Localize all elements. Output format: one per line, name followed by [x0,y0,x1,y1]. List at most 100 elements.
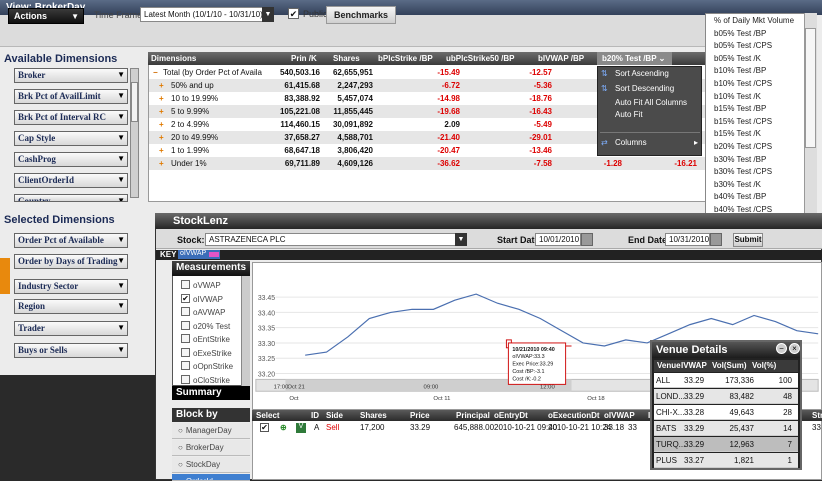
expand-icon[interactable]: + [159,133,164,142]
dimension-select[interactable]: Country ▼ [14,194,128,202]
public-checkbox[interactable]: ✔ [288,8,299,19]
orders-column-header[interactable]: oIVWAP [604,411,635,420]
measure-list-item[interactable]: b40% Test /CPS [714,205,772,212]
menu-item[interactable]: Auto Fit [615,110,643,119]
measurement-checkbox[interactable]: ✔ [181,293,190,303]
measurement-checkbox[interactable] [181,307,190,316]
orders-column-header[interactable]: Select [256,411,280,420]
measure-list-item[interactable]: b10% Test /CPS [714,79,772,88]
measure-list-item[interactable]: b30% Test /CPS [714,167,772,176]
summary-title[interactable]: Summary [172,386,250,400]
orders-column-header[interactable]: Strik [812,411,822,420]
dimension-select[interactable]: Cap Style ▼ [14,131,128,146]
scrollbar-thumb[interactable] [805,28,816,148]
expand-icon[interactable]: + [159,146,164,155]
expand-icon[interactable]: + [159,159,164,168]
scrollbar-thumb[interactable] [131,82,138,122]
expand-icon[interactable]: + [159,81,164,90]
minimize-icon[interactable]: − [776,343,787,354]
measure-list-item[interactable]: b30% Test /BP [714,155,766,164]
venue-column-header[interactable]: IVWAP [681,361,707,370]
orders-column-header[interactable]: Shares [360,411,387,420]
benchmarks-button[interactable]: Benchmarks [326,6,396,24]
blockby-item[interactable]: ○ ManagerDay [172,423,250,439]
orders-column-header[interactable]: Side [326,411,343,420]
dimension-select[interactable]: Buys or Sells ▼ [14,343,128,358]
chevron-down-icon[interactable]: ▼ [455,233,467,246]
actions-button[interactable]: Actions ▼ [8,8,84,24]
dimension-select[interactable]: Region ▼ [14,299,128,314]
expand-icon[interactable]: + [159,107,164,116]
stock-select[interactable]: ASTRAZENECA PLC [205,233,457,246]
measure-list-item[interactable]: b10% Test /K [714,92,761,101]
measure-list-item[interactable]: b15% Test /CPS [714,117,772,126]
measurement-checkbox[interactable] [181,334,190,343]
venue-icon[interactable]: V [296,423,306,433]
measure-list-item[interactable]: b10% Test /BP [714,66,766,75]
calendar-icon[interactable] [581,233,593,246]
measure-list-item[interactable]: % of Daily Mkt Volume [714,16,794,25]
venue-row[interactable]: ALL 33.29 173,336 100 [654,373,798,388]
start-date-input[interactable]: 10/01/2010 [535,233,581,246]
dimension-select[interactable]: Brk Pct of AvailLimit ▼ [14,89,128,104]
measurement-checkbox[interactable] [181,280,190,289]
venue-column-header[interactable]: Venue [657,361,681,370]
scrollbar[interactable] [241,276,250,386]
select-checkbox[interactable]: ✔ [260,423,269,432]
orders-column-header[interactable]: Price [410,411,430,420]
venue-row[interactable]: LOND... 33.29 83,482 48 [654,389,798,404]
menu-item[interactable]: Sort Descending [615,84,674,93]
end-date-input[interactable]: 10/31/2010 [665,233,710,246]
measure-list-item[interactable]: b15% Test /BP [714,104,766,113]
timeframe-select[interactable]: Latest Month (10/1/10 - 10/31/10) [140,7,274,22]
measure-list-item[interactable]: b05% Test /BP [714,29,766,38]
measurement-checkbox[interactable] [181,320,190,330]
orders-column-header[interactable]: Principal [456,411,490,420]
dimension-select[interactable]: ClientOrderId ▼ [14,173,128,188]
menu-item[interactable]: Sort Ascending [615,69,669,78]
menu-item[interactable]: Auto Fit All Columns [615,98,687,107]
venue-column-header[interactable]: Vol(%) [752,361,776,370]
expand-icon[interactable]: − [153,68,158,77]
column-header[interactable]: ubPlcStrike50 /BP [446,54,514,63]
dimension-select[interactable]: Order by Days of Trading ▼ [14,254,128,269]
calendar-icon[interactable] [710,233,722,246]
expand-icon[interactable]: + [159,120,164,129]
column-header[interactable]: Dimensions [151,54,196,63]
venue-row[interactable]: CHI-X... 33.28 49,643 28 [654,405,798,420]
table-row[interactable]: + Under 1% 69,711.89 4,609,126 -36.62 -7.58 -1… [149,157,707,170]
dimension-select[interactable]: Brk Pct of Interval RC ▼ [14,110,128,125]
measure-list-item[interactable]: b30% Test /K [714,180,761,189]
expand-icon[interactable]: + [159,94,164,103]
dimension-select[interactable]: Broker ▼ [14,68,128,83]
column-header[interactable]: bIVWAP /BP [538,54,584,63]
measure-list-item[interactable]: b40% Test /BP [714,192,766,201]
orders-column-header[interactable]: oEntryDt [494,411,528,420]
dimension-select[interactable]: Industry Sector ▼ [14,279,128,294]
chevron-down-icon[interactable]: ▼ [262,7,274,22]
submit-button[interactable]: Submit [733,233,763,247]
measure-list-item[interactable]: b05% Test /CPS [714,41,772,50]
venue-row[interactable]: PLUS 33.27 1,821 1 [654,453,798,468]
measure-list-item[interactable]: b15% Test /K [714,129,761,138]
measurement-checkbox[interactable] [181,347,190,357]
column-header[interactable]: Shares [333,54,360,63]
venue-row[interactable]: BATS 33.29 25,437 14 [654,421,798,436]
measurement-checkbox[interactable] [181,361,190,370]
orders-column-header[interactable]: ID [311,411,319,420]
menu-item[interactable]: Columns [615,138,647,147]
dimension-select[interactable]: Trader ▼ [14,321,128,336]
dimension-select[interactable]: Order Pct of Available ▼ [14,233,128,248]
dimension-select[interactable]: CashProg ▼ [14,152,128,167]
orders-column-header[interactable]: oExecutionDt [548,411,600,420]
measure-list-item[interactable]: b05% Test /K [714,54,761,63]
venue-row[interactable]: TURQ... 33.29 12,963 7 [654,437,798,452]
measure-list-item[interactable]: b20% Test /CPS [714,142,772,151]
zoom-icon[interactable]: ⊕ [280,423,287,432]
column-header[interactable]: Prin /K [291,54,317,63]
measurement-checkbox[interactable] [181,374,190,384]
blockby-item[interactable]: ○ BrokerDay [172,440,250,456]
close-icon[interactable]: × [789,343,800,354]
column-header[interactable]: bPlcStrike /BP [378,54,433,63]
column-header[interactable]: b20% Test /BP ⌄ [602,54,665,63]
